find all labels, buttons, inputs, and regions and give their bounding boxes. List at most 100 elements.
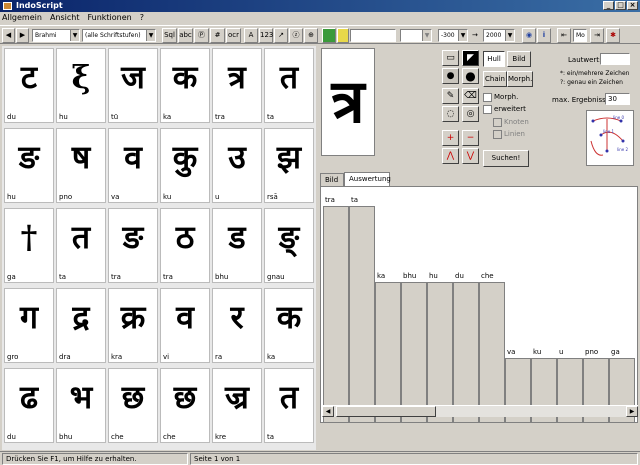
glyph-cell[interactable]: व va xyxy=(108,128,158,203)
glyph-cell[interactable]: ξ hu xyxy=(56,48,106,123)
zoom-field[interactable]: Mo xyxy=(573,29,587,42)
menu-funktionen[interactable]: Funktionen xyxy=(87,12,131,24)
glyph-cell[interactable]: ट du xyxy=(4,48,54,123)
glyph-cell[interactable]: त ta xyxy=(56,208,106,283)
chain-button[interactable]: Chain xyxy=(483,71,507,87)
toolbar-button-sql[interactable]: Sql xyxy=(162,28,177,43)
nav-left-icon[interactable]: ⇤ xyxy=(557,28,571,43)
toolbar-button-grid[interactable]: # xyxy=(210,28,225,43)
search-button[interactable]: Suchen! xyxy=(483,150,529,167)
max-results-input[interactable]: 30 xyxy=(605,93,630,105)
glyph-cell[interactable]: ङ hu xyxy=(4,128,54,203)
nav-right-icon[interactable]: ⇥ xyxy=(590,28,604,43)
glyph-cell[interactable]: † ga xyxy=(4,208,54,283)
result-bar[interactable] xyxy=(375,282,401,422)
glyph-cell[interactable]: ङ tra xyxy=(108,208,158,283)
glyph-cell[interactable]: छ che xyxy=(160,368,210,443)
highlight-icon[interactable] xyxy=(337,28,349,43)
lautwert-input[interactable] xyxy=(600,53,630,65)
hull-button[interactable]: Hull xyxy=(483,51,505,67)
zoom-out-icon[interactable]: − xyxy=(462,130,479,146)
result-bar[interactable] xyxy=(323,206,349,422)
close-button[interactable]: × xyxy=(627,1,638,10)
glyph-cell[interactable]: र ra xyxy=(212,288,262,363)
toolbar-button-z[interactable]: ⓩ xyxy=(289,28,303,43)
filter-icon[interactable] xyxy=(322,28,336,43)
range-from-select[interactable]: -300 ▼ xyxy=(438,29,468,42)
glyph-cell[interactable]: ग gro xyxy=(4,288,54,363)
new-page-icon[interactable]: ▭ xyxy=(442,50,459,66)
level-select[interactable]: ▼ xyxy=(400,29,432,42)
menu-ansicht[interactable]: Ansicht xyxy=(50,12,80,24)
result-bar[interactable] xyxy=(453,282,479,422)
result-bar-label: ga xyxy=(611,348,620,356)
scroll-thumb[interactable] xyxy=(336,406,436,417)
bild-button[interactable]: Bild xyxy=(507,51,531,67)
large-brush-icon[interactable]: ● xyxy=(462,68,479,84)
eraser-icon[interactable]: ⌫ xyxy=(462,88,479,104)
glyph-cell[interactable]: त ta xyxy=(264,368,314,443)
small-brush-icon[interactable]: ● xyxy=(442,68,459,84)
knoten-checkbox[interactable]: Knoten xyxy=(493,117,529,127)
lasso-icon[interactable]: ◌ xyxy=(442,106,459,122)
glyph-cell[interactable]: ज्र kre xyxy=(212,368,262,443)
scroll-left-icon[interactable]: ◀ xyxy=(322,406,334,417)
maximize-button[interactable]: □ xyxy=(615,1,626,10)
tab-bild[interactable]: Bild xyxy=(320,173,344,186)
glyph-cell[interactable]: व vi xyxy=(160,288,210,363)
morph-button[interactable]: Morph. xyxy=(507,71,533,87)
morph-checkbox[interactable]: Morph. xyxy=(483,92,518,102)
invert-icon[interactable]: ◤ xyxy=(462,50,479,66)
scroll-right-icon[interactable]: ▶ xyxy=(626,406,638,417)
glyph-cell[interactable]: ड bhu xyxy=(212,208,262,283)
result-bar[interactable] xyxy=(349,206,375,422)
zoom-in-icon[interactable]: + xyxy=(442,130,459,146)
minimize-button[interactable]: _ xyxy=(603,1,614,10)
glyph-cell[interactable]: क ka xyxy=(264,288,314,363)
result-bar[interactable] xyxy=(427,282,453,422)
glyph-cell[interactable]: त ta xyxy=(264,48,314,123)
node-tool-icon[interactable]: ⋀ xyxy=(442,148,459,164)
gear-icon[interactable]: ✱ xyxy=(606,28,620,43)
glyph-cell[interactable]: भ bhu xyxy=(56,368,106,443)
edge-tool-icon[interactable]: ⋁ xyxy=(462,148,479,164)
result-bar[interactable] xyxy=(401,282,427,422)
toolbar-button-abc[interactable]: abc xyxy=(178,28,193,43)
result-bar[interactable] xyxy=(479,282,505,422)
glyph-cell[interactable]: छ che xyxy=(108,368,158,443)
lautwert-toolbar-field[interactable] xyxy=(350,29,396,42)
glyph-cell[interactable]: ङ् gnau xyxy=(264,208,314,283)
glyph-cell[interactable]: ष pno xyxy=(56,128,106,203)
script-select[interactable]: (alle Schriftstufen) ▼ xyxy=(82,29,156,42)
pen-icon[interactable]: ✎ xyxy=(442,88,459,104)
toolbar-button-a[interactable]: A xyxy=(244,28,258,43)
glyph-cell[interactable]: उu xyxy=(212,128,262,203)
glyph-cell[interactable]: क्र kra xyxy=(108,288,158,363)
toolbar-button-symbol[interactable]: ⊕ xyxy=(304,28,318,43)
horizontal-scrollbar[interactable]: ◀ ▶ xyxy=(322,405,638,417)
glyph-cell[interactable]: द्र dra xyxy=(56,288,106,363)
toolbar-button-ocr[interactable]: ocr xyxy=(226,28,241,43)
glyph-cell[interactable]: ठ tra xyxy=(160,208,210,283)
font-select[interactable]: Brahmi ▼ xyxy=(32,29,80,42)
toolbar-button-arrow[interactable]: ↗ xyxy=(274,28,288,43)
glyph-cell[interactable]: क ka xyxy=(160,48,210,123)
menu-allgemein[interactable]: Allgemein xyxy=(2,12,42,24)
toolbar-button-123[interactable]: 123 xyxy=(259,28,273,43)
forward-arrow-icon[interactable]: ▶ xyxy=(16,28,29,43)
glyph-cell[interactable]: त्र tra xyxy=(212,48,262,123)
glyph-cell[interactable]: कु ku xyxy=(160,128,210,203)
glyph-cell[interactable]: ज tū xyxy=(108,48,158,123)
globe-icon[interactable]: ◉ xyxy=(522,28,536,43)
erweitert-checkbox[interactable]: erweitert xyxy=(483,104,526,114)
glyph-cell[interactable]: झ rsā xyxy=(264,128,314,203)
menu-help[interactable]: ? xyxy=(140,12,144,24)
linien-checkbox[interactable]: Linien xyxy=(493,129,525,139)
fill-icon[interactable]: ◎ xyxy=(462,106,479,122)
range-to-select[interactable]: 2000 ▼ xyxy=(483,29,515,42)
info-icon[interactable]: i xyxy=(537,28,551,43)
toolbar-button-p[interactable]: Ⓟ xyxy=(194,28,209,43)
back-arrow-icon[interactable]: ◀ xyxy=(2,28,15,43)
glyph-cell[interactable]: ढ du xyxy=(4,368,54,443)
tab-auswertung[interactable]: Auswertung xyxy=(344,172,391,186)
